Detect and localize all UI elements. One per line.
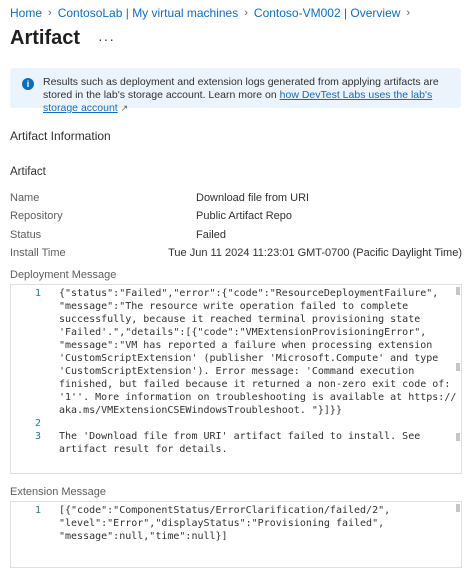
code-text: '1''. More information on troubleshootin… (59, 392, 457, 403)
code-text: 'CustomScriptExtension'). Error message:… (59, 366, 415, 377)
code-line: aka.ms/VMExtensionCSEWindowsTroubleshoot… (11, 404, 461, 417)
property-value: Public Artifact Repo (196, 210, 292, 223)
code-text: "message":null,"time":null}] (59, 531, 228, 542)
property-label: Status (10, 228, 42, 241)
code-text: {"status":"Failed","error":{"code":"Reso… (59, 288, 439, 299)
code-line: "message":"VM has reported a failure whe… (11, 339, 461, 352)
info-icon: i (22, 78, 34, 90)
code-line: artifact result for details. (11, 443, 461, 456)
code-line: "message":"The resource write operation … (11, 300, 461, 313)
deployment-message-scrollbar[interactable] (453, 285, 461, 473)
info-banner-text: Results such as deployment and extension… (43, 76, 451, 115)
code-text: "message":"The resource write operation … (59, 301, 409, 312)
code-line: 3 The 'Download file from URI' artifact f… (11, 430, 461, 443)
code-text: 'Failed'.","details":[{"code":"VMExtensi… (59, 327, 427, 338)
line-number (11, 313, 41, 326)
code-text: "message":"VM has reported a failure whe… (59, 340, 433, 351)
code-text: "level":"Error","displayStatus":"Provisi… (59, 518, 385, 529)
line-number (11, 365, 41, 378)
code-line: finished, but failed because it returned… (11, 378, 461, 391)
property-label: Name (10, 192, 40, 205)
line-number (11, 326, 41, 339)
code-line: 1 {"status":"Failed","error":{"code":"Res… (11, 287, 461, 300)
code-line: "level":"Error","displayStatus":"Provisi… (11, 517, 461, 530)
property-row-repository: Repository Public Artifact Repo (10, 207, 462, 225)
line-number (11, 530, 41, 543)
line-number: 1 (34, 505, 41, 516)
chevron-right-icon: › (244, 7, 248, 19)
deployment-message-editor[interactable]: 1 {"status":"Failed","error":{"code":"Res… (10, 284, 462, 474)
title-row: Artifact ··· (10, 27, 115, 50)
extension-message-label: Extension Message (10, 486, 106, 498)
code-line: 'CustomScriptExtension' (publisher 'Micr… (11, 352, 461, 365)
artifact-properties: Name Download file from URI Repository P… (10, 189, 462, 262)
code-line: 1 [{"code":"ComponentStatus/ErrorClarific… (11, 504, 461, 517)
info-banner: i Results such as deployment and extensi… (10, 68, 461, 114)
line-number (11, 404, 41, 417)
scrollbar-thumb[interactable] (456, 287, 460, 295)
code-text: 'CustomScriptExtension' (publisher 'Micr… (59, 353, 439, 364)
line-number (11, 300, 41, 313)
scrollbar-marker (456, 363, 460, 371)
property-label: Repository (10, 210, 63, 223)
more-options-button[interactable]: ··· (98, 31, 115, 47)
code-text: artifact result for details. (59, 444, 228, 455)
property-value: Failed (196, 228, 226, 241)
line-number (11, 391, 41, 404)
breadcrumb-vm-overview[interactable]: Contoso-VM002 | Overview (254, 6, 401, 20)
property-value: Download file from URI (196, 192, 310, 205)
code-line: 'Failed'.","details":[{"code":"VMExtensi… (11, 326, 461, 339)
artifact-information-heading: Artifact Information (10, 129, 111, 143)
line-number (11, 339, 41, 352)
scrollbar-thumb[interactable] (456, 504, 460, 512)
code-text: aka.ms/VMExtensionCSEWindowsTroubleshoot… (59, 405, 342, 416)
line-number: 2 (34, 418, 41, 429)
line-number (11, 378, 41, 391)
artifact-heading: Artifact (10, 166, 46, 178)
code-line: 'CustomScriptExtension'). Error message:… (11, 365, 461, 378)
line-number: 3 (34, 431, 41, 442)
deployment-message-label: Deployment Message (10, 269, 117, 281)
property-label: Install Time (10, 247, 66, 260)
extension-message-scrollbar[interactable] (453, 502, 461, 567)
property-row-status: Status Failed (10, 226, 462, 244)
code-text: successfully, because it reached termina… (59, 314, 421, 325)
external-link-icon: ↗ (120, 103, 129, 113)
code-line: "message":null,"time":null}] (11, 530, 461, 543)
chevron-right-icon: › (48, 7, 52, 19)
property-row-install-time: Install Time Tue Jun 11 2024 11:23:01 GM… (10, 244, 462, 262)
line-number (11, 352, 41, 365)
breadcrumb-virtual-machines[interactable]: ContosoLab | My virtual machines (58, 6, 239, 20)
code-text: [{"code":"ComponentStatus/ErrorClarifica… (59, 505, 391, 516)
code-line: successfully, because it reached termina… (11, 313, 461, 326)
code-text: The 'Download file from URI' artifact fa… (59, 431, 421, 442)
extension-message-editor[interactable]: 1 [{"code":"ComponentStatus/ErrorClarific… (10, 501, 462, 568)
property-value: Tue Jun 11 2024 11:23:01 GMT-0700 (Pacif… (168, 247, 462, 260)
breadcrumb: Home › ContosoLab | My virtual machines … (10, 6, 410, 20)
line-number (11, 517, 41, 530)
page-title: Artifact (10, 27, 81, 49)
code-line: '1''. More information on troubleshootin… (11, 391, 461, 404)
property-row-name: Name Download file from URI (10, 189, 462, 207)
line-number: 1 (34, 288, 41, 299)
code-line: 2 (11, 417, 461, 430)
line-number (11, 443, 41, 456)
chevron-right-icon: › (406, 7, 411, 19)
scrollbar-marker (456, 433, 460, 441)
code-text: finished, but failed because it returned… (59, 379, 451, 390)
breadcrumb-home[interactable]: Home (10, 6, 42, 20)
